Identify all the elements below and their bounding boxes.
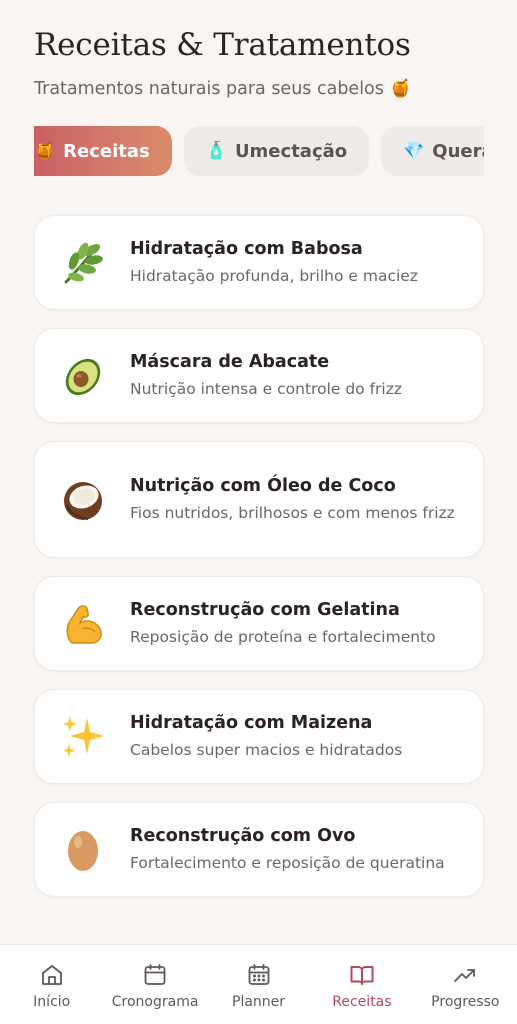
recipe-description: Cabelos super macios e hidratados bbox=[130, 741, 403, 760]
recipe-description: Fios nutridos, brilhosos e com menos fri… bbox=[130, 504, 455, 523]
book-open-icon bbox=[350, 966, 374, 985]
nav-planner[interactable]: Planner bbox=[207, 945, 310, 1024]
recipe-title: Hidratação com Maizena bbox=[130, 712, 373, 733]
recipe-description: Fortalecimento e reposição de queratina bbox=[130, 854, 445, 873]
honey-pot-icon: 🍯 bbox=[34, 141, 56, 161]
nav-label: Receitas bbox=[332, 994, 392, 1010]
page-subtitle: Tratamentos naturais para seus cabelos 🍯 bbox=[34, 79, 483, 99]
recipe-card-maizena[interactable]: Hidratação com Maizena Cabelos super mac… bbox=[34, 689, 484, 784]
nav-inicio[interactable]: Início bbox=[0, 945, 103, 1024]
header: Receitas & Tratamentos Tratamentos natur… bbox=[0, 0, 517, 99]
nav-cronograma[interactable]: Cronograma bbox=[103, 945, 206, 1024]
nav-progresso[interactable]: Progresso bbox=[414, 945, 517, 1024]
lotion-bottle-icon: 🧴 bbox=[205, 141, 227, 161]
recipe-title: Nutrição com Óleo de Coco bbox=[130, 475, 396, 496]
trending-up-icon bbox=[454, 969, 476, 982]
honey-pot-icon: 🍯 bbox=[389, 78, 412, 99]
category-tabs[interactable]: 🍯 Receitas 🧴 Umectação 💎 Queratin bbox=[34, 126, 484, 176]
sparkles-icon bbox=[57, 711, 109, 763]
recipe-description: Reposição de proteína e fortalecimento bbox=[130, 628, 436, 647]
nav-label: Início bbox=[33, 994, 71, 1010]
recipe-description: Nutrição intensa e controle do frizz bbox=[130, 380, 402, 399]
calendar-icon bbox=[144, 964, 166, 985]
nav-label: Planner bbox=[232, 994, 286, 1010]
herb-icon bbox=[57, 237, 109, 289]
nav-label: Cronograma bbox=[111, 994, 199, 1010]
coconut-icon bbox=[57, 474, 109, 526]
recipe-description: Hidratação profunda, brilho e maciez bbox=[130, 267, 418, 286]
recipe-title: Reconstrução com Gelatina bbox=[130, 599, 400, 620]
gem-icon: 💎 bbox=[403, 141, 425, 161]
tab-receitas[interactable]: 🍯 Receitas bbox=[34, 126, 172, 176]
page-title: Receitas & Tratamentos bbox=[34, 27, 411, 63]
recipe-card-abacate[interactable]: Máscara de Abacate Nutrição intensa e co… bbox=[34, 328, 484, 423]
subtitle-text: Tratamentos naturais para seus cabelos bbox=[34, 78, 384, 99]
recipe-card-gelatina[interactable]: Reconstrução com Gelatina Reposição de p… bbox=[34, 576, 484, 671]
recipe-title: Reconstrução com Ovo bbox=[130, 825, 356, 846]
egg-icon bbox=[57, 824, 109, 876]
recipe-card-babosa[interactable]: Hidratação com Babosa Hidratação profund… bbox=[34, 215, 484, 310]
tab-label: Queratin bbox=[432, 140, 484, 162]
flexed-biceps-icon bbox=[57, 598, 109, 650]
tab-umectacao[interactable]: 🧴 Umectação bbox=[183, 126, 370, 176]
calendar-grid-icon bbox=[248, 964, 269, 985]
nav-receitas[interactable]: Receitas bbox=[310, 945, 413, 1024]
recipe-card-coco[interactable]: Nutrição com Óleo de Coco Fios nutridos,… bbox=[34, 441, 484, 558]
bottom-navigation: Início Cronograma Planner Receitas Progr… bbox=[0, 944, 517, 1024]
recipe-list: Hidratação com Babosa Hidratação profund… bbox=[34, 215, 484, 897]
home-icon bbox=[41, 965, 62, 985]
recipe-title: Hidratação com Babosa bbox=[130, 238, 363, 259]
nav-label: Progresso bbox=[431, 994, 500, 1010]
recipe-card-ovo[interactable]: Reconstrução com Ovo Fortalecimento e re… bbox=[34, 802, 484, 897]
avocado-icon bbox=[57, 350, 109, 402]
recipe-title: Máscara de Abacate bbox=[130, 351, 330, 372]
tab-queratina[interactable]: 💎 Queratin bbox=[381, 126, 484, 176]
tab-label: Receitas bbox=[63, 140, 150, 162]
tab-label: Umectação bbox=[234, 140, 348, 162]
